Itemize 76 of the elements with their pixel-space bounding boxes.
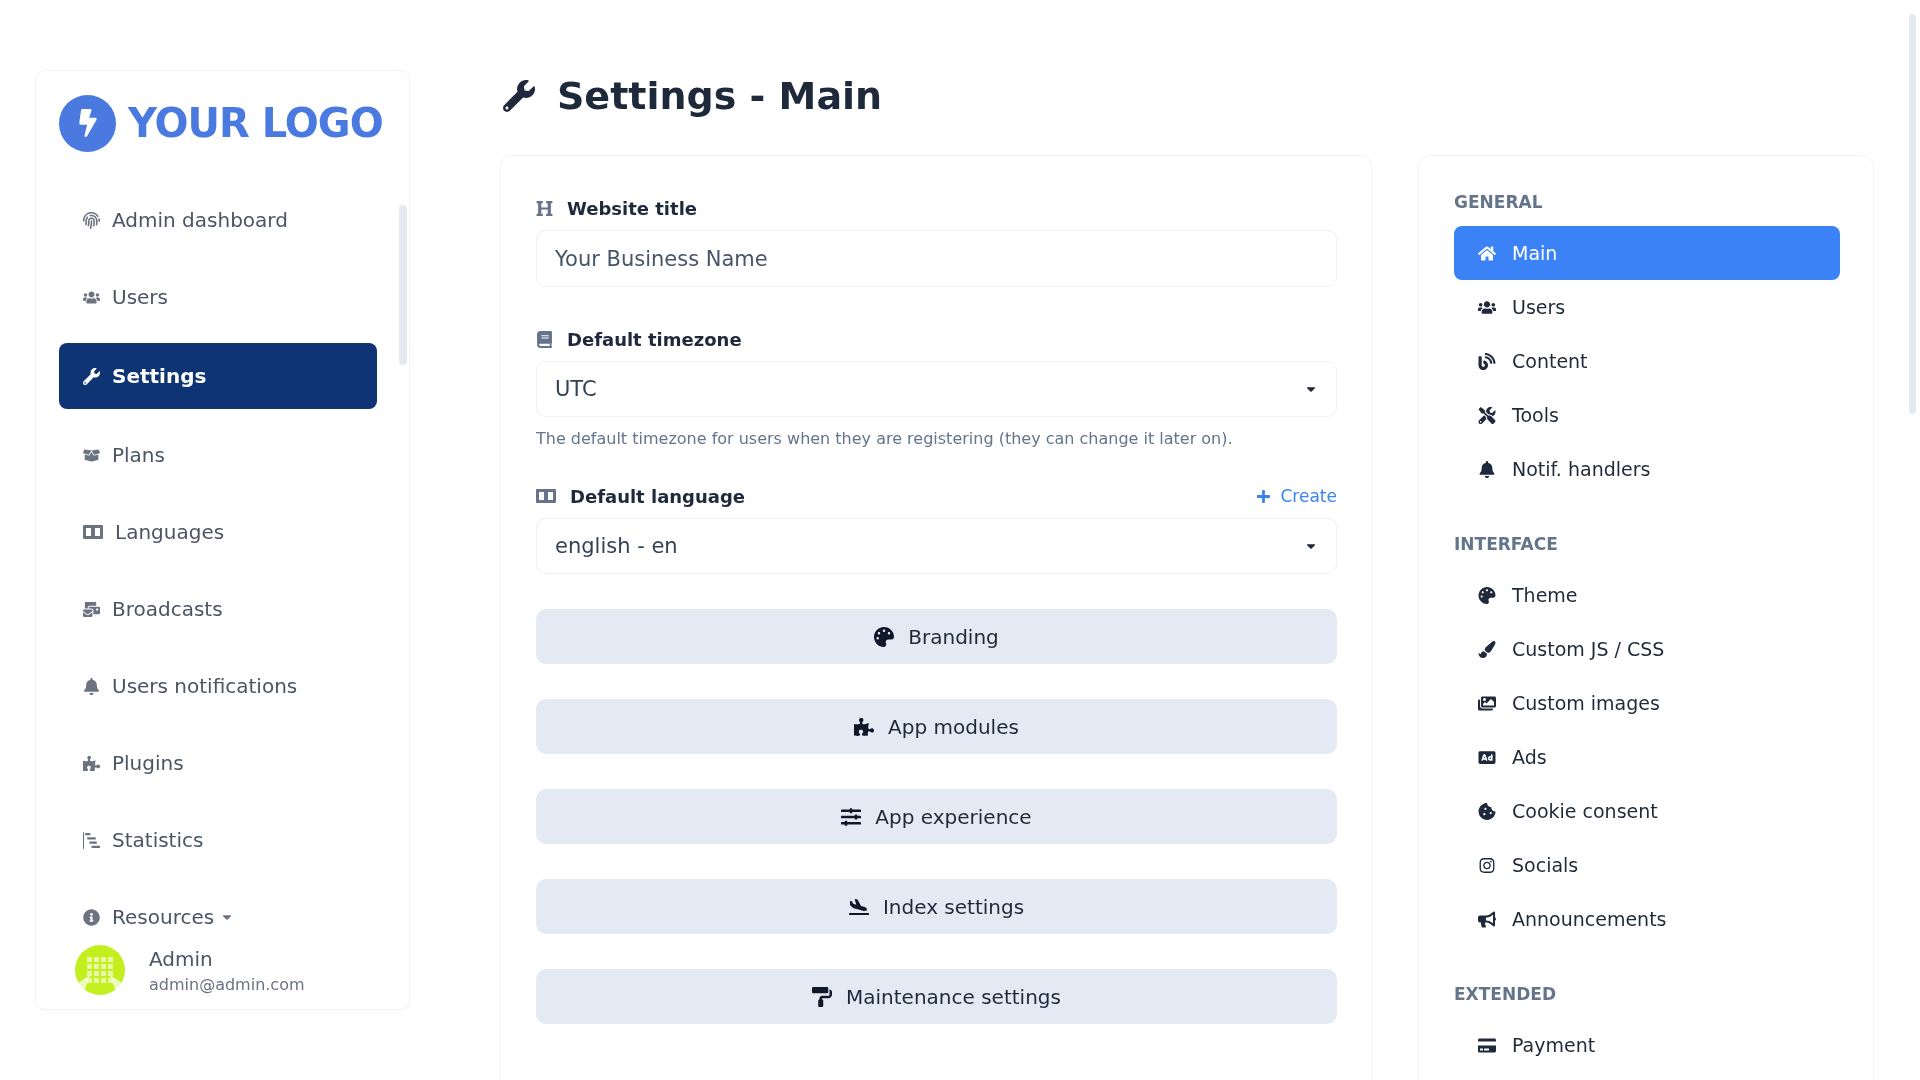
user-email: admin@admin.com	[149, 974, 305, 994]
heading-icon	[536, 199, 553, 217]
images-icon	[1478, 694, 1496, 712]
wrench-icon	[503, 79, 535, 112]
palette-icon	[874, 626, 895, 647]
cookie-icon	[1478, 802, 1496, 820]
settings-nav-item[interactable]: Main	[1454, 226, 1840, 280]
avatar	[75, 945, 125, 995]
brush-icon	[1478, 640, 1496, 658]
settings-nav-item[interactable]: Content	[1454, 334, 1840, 388]
bar-chart-icon	[83, 831, 100, 849]
megaphone-icon	[1478, 910, 1496, 928]
fingerprint-icon	[83, 211, 100, 229]
settings-nav-item[interactable]: Theme	[1454, 568, 1840, 622]
settings-nav-item[interactable]: Payment	[1454, 1018, 1840, 1072]
select-field[interactable]: UTC	[536, 361, 1337, 417]
select-field[interactable]: english - en	[536, 518, 1337, 574]
help-text: The default timezone for users when they are registering (they can change it later on).	[536, 429, 1234, 448]
sidebar-item[interactable]: Users notifications	[59, 655, 377, 717]
sidebar-item[interactable]: Languages	[59, 501, 377, 563]
feed-icon	[1478, 352, 1496, 370]
page-title: Settings - Main	[557, 73, 883, 118]
section-heading: INTERFACE	[1454, 533, 1559, 556]
plane-icon	[848, 896, 869, 917]
field-label: Default language	[570, 485, 746, 507]
settings-nav-item[interactable]: Users	[1454, 280, 1840, 334]
sidebar-item[interactable]: Settings	[59, 343, 377, 409]
user-name: Admin	[149, 946, 214, 971]
paint-roller-icon	[812, 986, 833, 1007]
sidebar-item[interactable]: Plugins	[59, 732, 377, 794]
credit-card-icon	[1478, 1036, 1496, 1054]
puzzle-icon	[83, 754, 100, 772]
text-field[interactable]: Your Business Name	[536, 230, 1337, 287]
sidebar-item[interactable]: Resources	[59, 886, 377, 931]
settings-nav-item[interactable]: Custom JS / CSS	[1454, 622, 1840, 676]
sidebar-item[interactable]: Broadcasts	[59, 578, 377, 640]
field-label: Default timezone	[567, 328, 742, 350]
sidebar-item[interactable]: Plans	[59, 424, 377, 486]
settings-nav-item[interactable]: Ads	[1454, 730, 1840, 784]
bell-icon	[1478, 460, 1496, 478]
settings-button[interactable]: App modules	[536, 699, 1337, 754]
camera-icon	[1478, 856, 1496, 874]
settings-nav-item[interactable]: Socials	[1454, 838, 1840, 892]
palette-icon	[1478, 586, 1496, 604]
field-label: Website title	[567, 197, 698, 219]
scrollbar[interactable]	[399, 205, 407, 365]
sliders-icon	[841, 806, 862, 827]
sidebar-item[interactable]: Admin dashboard	[59, 189, 377, 251]
section-heading: GENERAL	[1454, 191, 1544, 214]
wrench-icon	[83, 367, 100, 385]
settings-nav-item[interactable]: Cookie consent	[1454, 784, 1840, 838]
settings-nav-item[interactable]: Custom images	[1454, 676, 1840, 730]
settings-button[interactable]: App experience	[536, 789, 1337, 844]
settings-nav-item[interactable]: Announcements	[1454, 892, 1840, 946]
puzzle-icon	[854, 716, 875, 737]
sidebar-item[interactable]: Users	[59, 266, 377, 328]
home-icon	[1478, 244, 1496, 262]
plus-icon	[1255, 488, 1271, 504]
sidebar-item[interactable]: Statistics	[59, 809, 377, 871]
ad-icon	[1478, 748, 1496, 766]
book-icon	[536, 330, 553, 348]
bell-icon	[83, 677, 100, 695]
mail-stack-icon	[83, 600, 100, 618]
settings-nav-item[interactable]: Tools	[1454, 388, 1840, 442]
page-scrollbar[interactable]	[1909, 14, 1916, 414]
info-icon	[83, 908, 100, 926]
tools-icon	[1478, 406, 1496, 424]
create-link[interactable]: Create	[1255, 486, 1337, 506]
logo-text: YOUR LOGO	[128, 100, 383, 146]
section-heading: EXTENDED	[1454, 983, 1557, 1006]
bolt-logo-icon	[59, 94, 116, 152]
settings-button[interactable]: Branding	[536, 609, 1337, 664]
settings-nav-item[interactable]: Notif. handlers	[1454, 442, 1840, 496]
settings-button[interactable]: Index settings	[536, 879, 1337, 934]
users-icon	[1478, 298, 1496, 316]
settings-button[interactable]: Maintenance settings	[536, 969, 1337, 1024]
